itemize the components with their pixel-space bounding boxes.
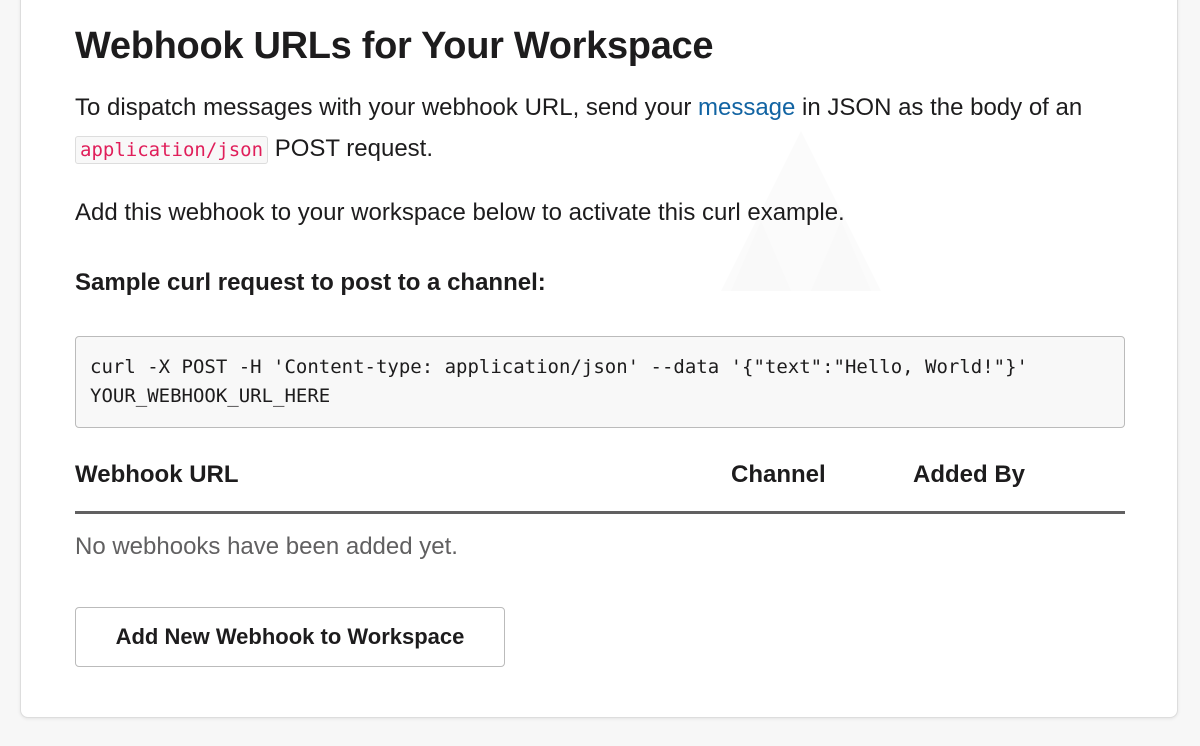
column-channel: Channel <box>731 461 826 488</box>
intro-paragraph: To dispatch messages with your webhook U… <box>75 87 1125 171</box>
intro-text-2: in JSON as the body of an <box>795 94 1083 121</box>
webhooks-table-header: Webhook URL Channel Added By <box>75 459 1125 514</box>
page-title: Webhook URLs for Your Workspace <box>75 25 714 67</box>
activate-instructions: Add this webhook to your workspace below… <box>75 199 845 226</box>
message-link[interactable]: message <box>698 94 795 121</box>
empty-state-message: No webhooks have been added yet. <box>75 533 458 560</box>
sample-curl-code: curl -X POST -H 'Content-type: applicati… <box>75 336 1125 428</box>
intro-text-1: To dispatch messages with your webhook U… <box>75 94 698 121</box>
webhooks-card: Webhook URLs for Your Workspace To dispa… <box>20 0 1178 718</box>
add-new-webhook-button[interactable]: Add New Webhook to Workspace <box>75 607 505 667</box>
column-webhook-url: Webhook URL <box>75 461 239 488</box>
column-added-by: Added By <box>913 461 1026 488</box>
content-type-code: application/json <box>75 136 269 164</box>
sample-curl-heading: Sample curl request to post to a channel… <box>75 269 546 296</box>
intro-text-3: POST request. <box>268 135 433 162</box>
